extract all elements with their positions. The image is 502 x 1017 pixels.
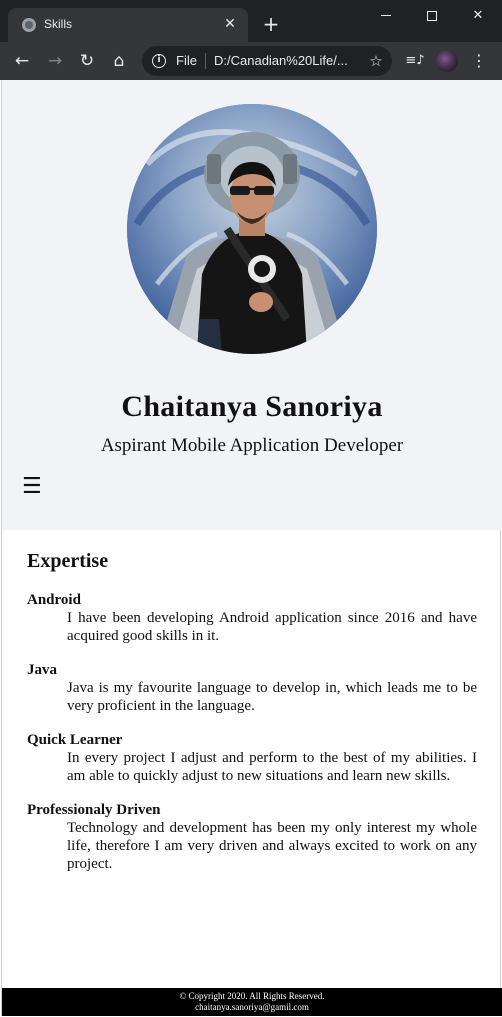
page-footer: © Copyright 2020. All Rights Reserved. c… (2, 988, 502, 1016)
footer-email: chaitanya.sanoriya@gamil.com (195, 1002, 309, 1012)
profile-tagline: Aspirant Mobile Application Developer (100, 435, 404, 456)
profile-header: Chaitanya Sanoriya Aspirant Mobile Appli… (2, 80, 502, 530)
skill-name: Quick Learner (27, 732, 123, 748)
skill-name: Android (27, 592, 81, 608)
maximize-icon (427, 10, 437, 21)
section-title: Expertise (27, 550, 109, 572)
hamburger-menu-icon[interactable]: ☰ (22, 475, 46, 499)
tab-strip: Skills ✕ + ✕ (0, 0, 502, 42)
new-tab-button[interactable]: + (260, 13, 282, 35)
tab-skills[interactable]: Skills ✕ (8, 8, 248, 42)
skill-item: Quick Learner In every project I adjust … (27, 731, 477, 785)
info-icon[interactable]: i (152, 54, 166, 68)
skill-description: Technology and development has been my o… (67, 820, 477, 872)
scheme-label: File (176, 53, 197, 68)
skill-name: Java (27, 662, 57, 678)
close-icon[interactable]: ✕ (220, 14, 240, 34)
minimize-icon (381, 15, 391, 16)
skill-item: Professionaly Driven Technology and deve… (27, 801, 477, 873)
reload-icon[interactable]: ↻ (75, 49, 99, 73)
skill-description: I have been developing Android applicati… (67, 610, 477, 644)
profile-photo (127, 104, 377, 354)
window-close-button[interactable]: ✕ (465, 6, 491, 26)
star-icon[interactable]: ☆ (366, 50, 386, 72)
maximize-button[interactable] (419, 6, 445, 26)
expertise-section: Expertise Android I have been developing… (27, 550, 477, 889)
footer-copyright: © Copyright 2020. All Rights Reserved. (179, 991, 325, 1001)
skill-name: Professionaly Driven (27, 802, 161, 818)
skill-item: Java Java is my favourite language to de… (27, 661, 477, 715)
browser-chrome: Skills ✕ + ✕ ← → ↻ ⌂ i File D:/Canadian%… (0, 0, 502, 80)
media-control-icon[interactable]: ≡♪ (404, 51, 426, 71)
page-viewport: Chaitanya Sanoriya Aspirant Mobile Appli… (1, 80, 502, 1016)
skill-item: Android I have been developing Android a… (27, 591, 477, 645)
minimize-button[interactable] (373, 6, 399, 26)
tab-title: Skills (44, 17, 73, 31)
profile-photo-graphic (127, 104, 377, 354)
address-bar[interactable]: i File D:/Canadian%20Life/... ☆ (142, 46, 392, 76)
three-dot-menu-icon[interactable]: ⋮ (470, 49, 488, 73)
skill-description: Java is my favourite language to develop… (67, 680, 477, 714)
divider (205, 53, 206, 69)
profile-name: Chaitanya Sanoriya (121, 390, 383, 423)
globe-icon (22, 18, 36, 32)
home-icon[interactable]: ⌂ (107, 49, 131, 73)
skill-description: In every project I adjust and perform to… (67, 750, 477, 784)
profile-avatar[interactable] (436, 50, 458, 72)
url-text[interactable]: D:/Canadian%20Life/... (214, 53, 348, 68)
browser-toolbar: ← → ↻ ⌂ i File D:/Canadian%20Life/... ☆ … (0, 42, 502, 80)
back-arrow-icon[interactable]: ← (10, 49, 34, 73)
forward-arrow-icon[interactable]: → (43, 49, 67, 73)
